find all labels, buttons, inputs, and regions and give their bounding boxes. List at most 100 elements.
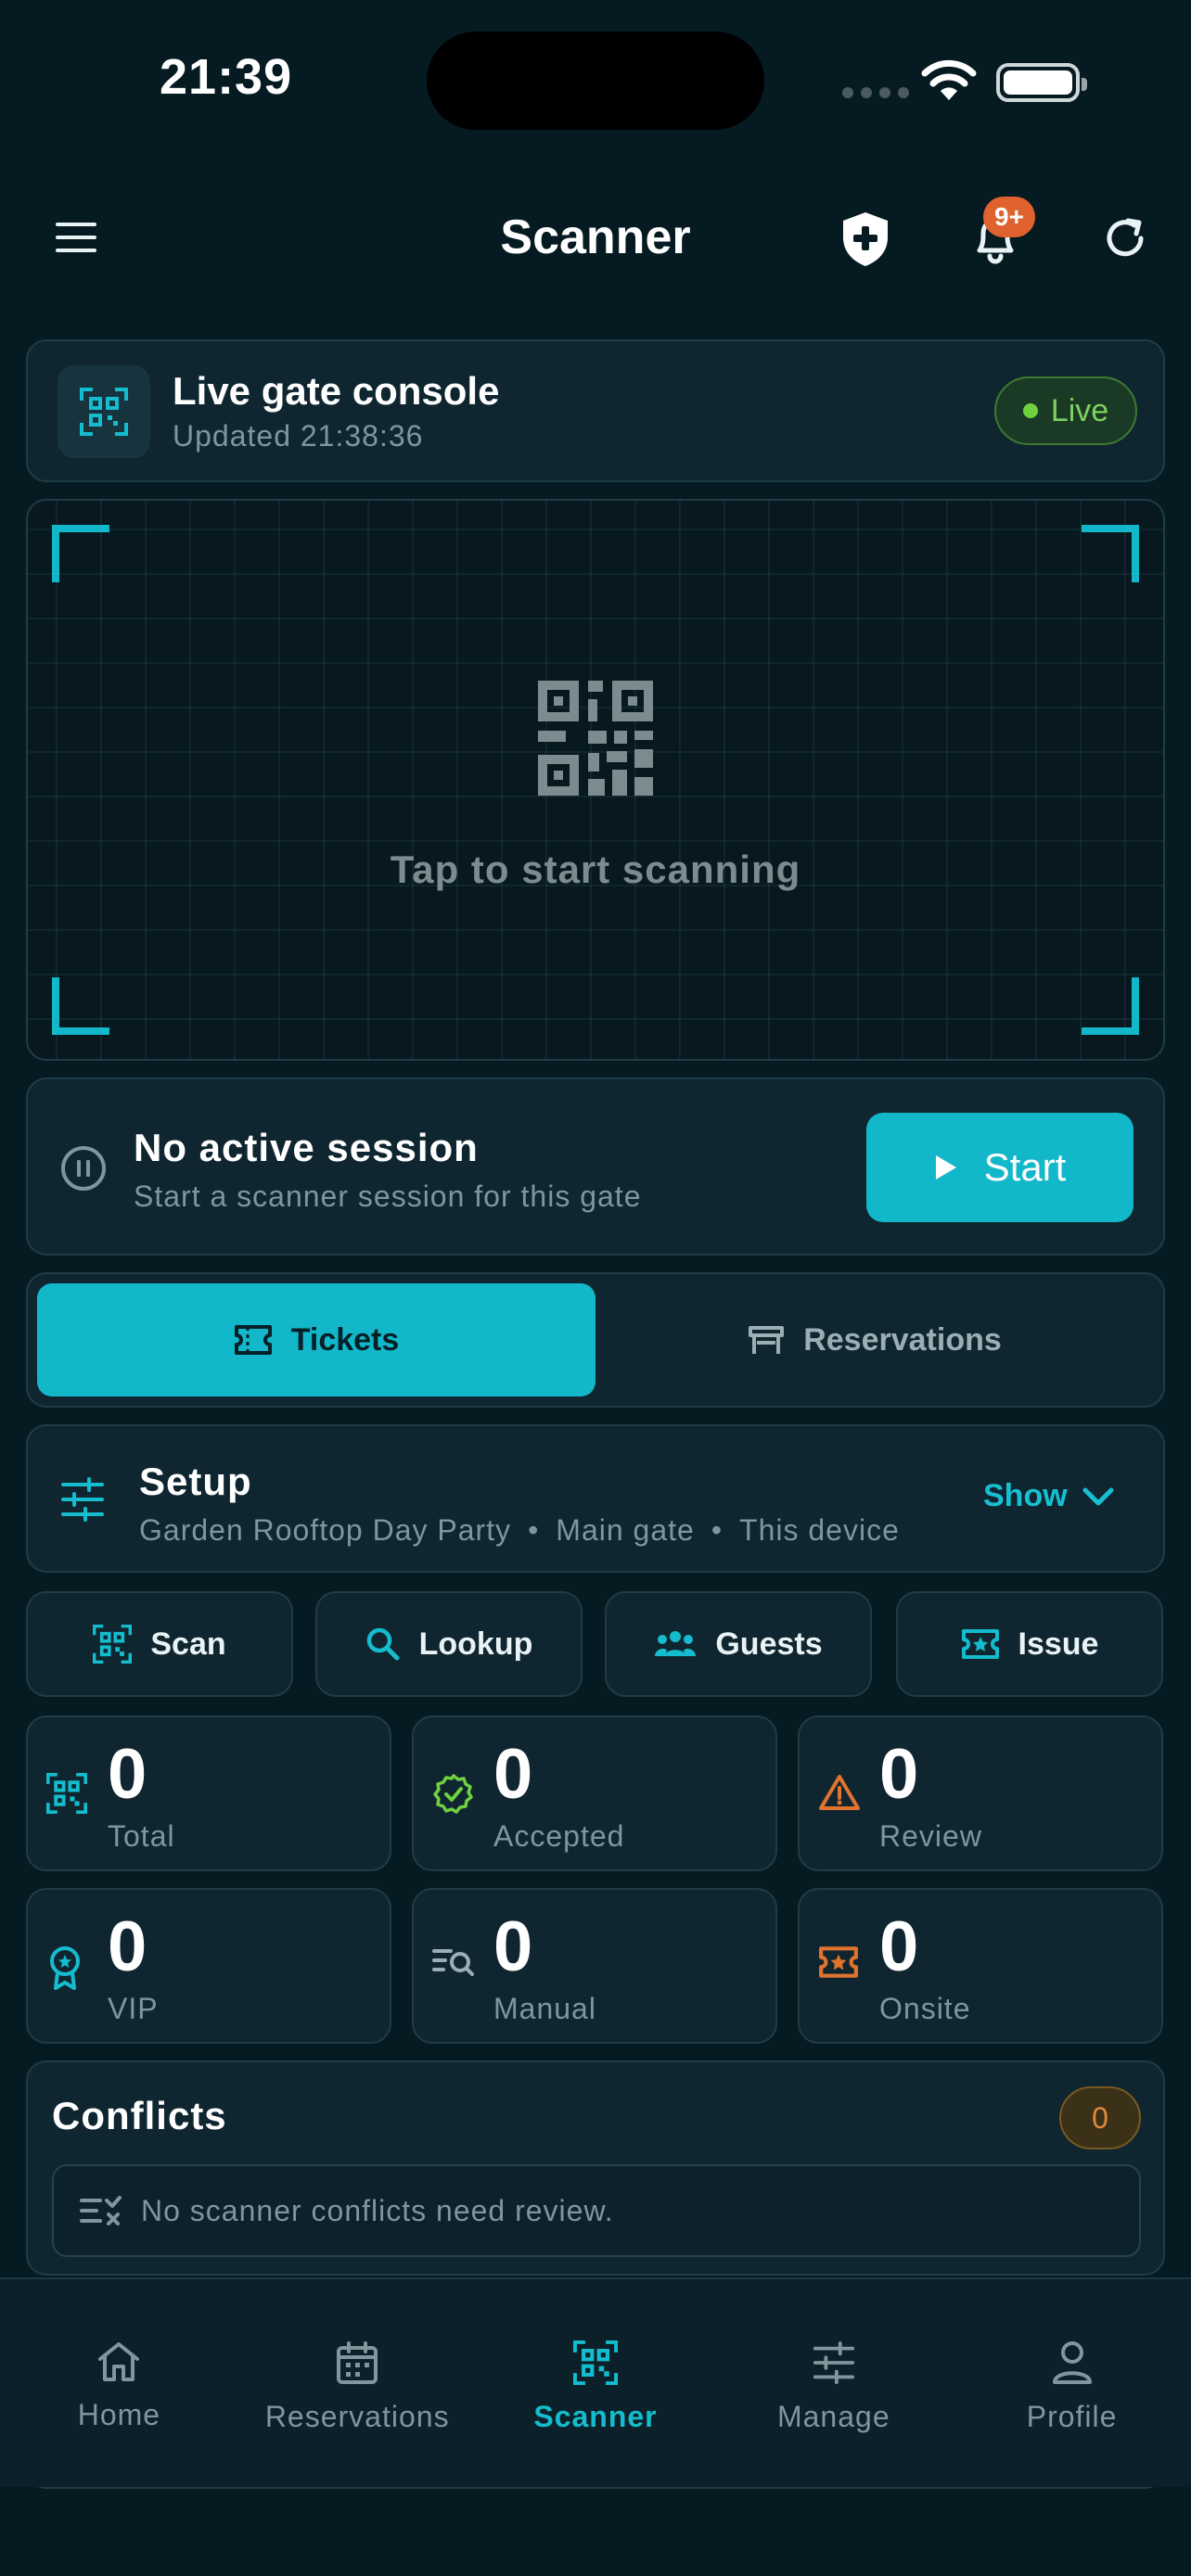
tab-label: Reservations <box>803 1321 1002 1358</box>
nav-scanner[interactable]: Scanner <box>477 2279 715 2487</box>
qr-scan-icon <box>572 2340 618 2385</box>
setup-summary: Garden Rooftop Day Party • Main gate • This … <box>139 1513 900 1548</box>
notification-badge: 9+ <box>983 197 1035 237</box>
nav-label: Home <box>77 2398 161 2431</box>
separator-dot: • <box>711 1513 724 1547</box>
stat-value: 0 <box>493 1907 533 1986</box>
session-card: No active session Start a scanner sessio… <box>26 1078 1165 1256</box>
nav-label: Manage <box>776 2400 890 2433</box>
security-button[interactable] <box>839 210 892 269</box>
stat-label: Accepted <box>493 1819 625 1853</box>
list-search-icon <box>432 1945 475 1979</box>
sliders-icon <box>813 2340 854 2385</box>
issue-action-button[interactable]: Issue <box>896 1591 1163 1697</box>
mode-segmented-control: Tickets Reservations <box>26 1272 1165 1408</box>
user-icon <box>1052 2341 1092 2384</box>
stat-value: 0 <box>493 1735 533 1814</box>
tab-tickets[interactable]: Tickets <box>37 1283 596 1396</box>
scan-hint: Tap to start scanning <box>390 848 801 891</box>
conflicts-title: Conflicts <box>52 2094 227 2137</box>
live-console-card: Live gate console Updated 21:38:36 Live <box>26 339 1165 482</box>
scan-action-button[interactable]: Scan <box>26 1591 293 1697</box>
start-session-button[interactable]: Start <box>866 1113 1133 1222</box>
home-icon <box>98 2342 140 2381</box>
console-title: Live gate console <box>173 369 500 413</box>
conflicts-empty-message: No scanner conflicts need review. <box>141 2193 614 2227</box>
cellular-signal-icon <box>842 87 909 98</box>
stat-manual: 0 Manual <box>412 1888 777 2044</box>
setup-event: Garden Rooftop Day Party <box>139 1513 512 1547</box>
shield-plus-icon <box>843 212 888 266</box>
stat-value: 0 <box>879 1907 919 1986</box>
setup-gate: Main gate <box>556 1513 695 1547</box>
ticket-star-icon <box>818 1945 859 1979</box>
action-label: Guests <box>715 1626 823 1662</box>
setup-device: This device <box>739 1513 900 1547</box>
nav-label: Reservations <box>264 2400 450 2433</box>
stat-value: 0 <box>879 1735 919 1814</box>
show-setup-button[interactable]: Show <box>983 1478 1114 1514</box>
chevron-down-icon <box>1082 1487 1114 1505</box>
users-icon <box>655 1631 697 1656</box>
show-label: Show <box>983 1478 1068 1513</box>
stat-value: 0 <box>108 1735 147 1814</box>
nav-label: Scanner <box>533 2400 658 2433</box>
start-label: Start <box>983 1145 1067 1189</box>
award-icon <box>46 1945 83 1990</box>
stat-accepted: 0 Accepted <box>412 1715 777 1871</box>
session-subtitle: Start a scanner session for this gate <box>134 1180 642 1213</box>
qr-scan-icon <box>46 1773 87 1814</box>
separator-dot: • <box>528 1513 540 1547</box>
stat-label: Review <box>879 1819 982 1853</box>
lookup-action-button[interactable]: Lookup <box>315 1591 583 1697</box>
live-dot <box>1022 403 1038 418</box>
bottom-navigation: Home Reservations Scanner Manage Profile <box>0 2277 1191 2487</box>
refresh-button[interactable] <box>1102 215 1148 261</box>
calendar-icon <box>337 2341 378 2384</box>
console-updated-time: Updated 21:38:36 <box>173 419 424 453</box>
search-icon <box>366 1627 400 1661</box>
list-check-icon <box>80 2196 122 2225</box>
stat-label: Manual <box>493 1992 596 2025</box>
action-label: Lookup <box>418 1626 533 1662</box>
ticket-icon <box>234 1325 272 1355</box>
viewfinder-corner <box>1082 525 1139 582</box>
nav-home[interactable]: Home <box>0 2279 238 2487</box>
nav-reservations[interactable]: Reservations <box>238 2279 477 2487</box>
stat-label: Total <box>108 1819 175 1853</box>
pause-circle-icon <box>59 1144 108 1192</box>
viewfinder-corner <box>52 977 109 1035</box>
table-icon <box>749 1326 785 1354</box>
play-icon <box>935 1155 956 1180</box>
setup-card[interactable]: Setup Garden Rooftop Day Party • Main gate… <box>26 1424 1165 1573</box>
qr-code-icon <box>538 681 653 796</box>
viewfinder-corner <box>52 525 109 582</box>
stat-vip: 0 VIP <box>26 1888 391 2044</box>
setup-title: Setup <box>139 1460 252 1503</box>
qr-scan-icon <box>58 365 150 458</box>
stat-review: 0 Review <box>798 1715 1163 1871</box>
status-time: 21:39 <box>160 49 293 105</box>
scanner-viewfinder[interactable]: Tap to start scanning <box>26 499 1165 1061</box>
warning-icon <box>818 1773 861 1812</box>
conflicts-card: Conflicts 0 No scanner conflicts need re… <box>26 2060 1165 2276</box>
conflicts-empty-state: No scanner conflicts need review. <box>52 2164 1141 2257</box>
stat-label: Onsite <box>879 1992 971 2025</box>
nav-manage[interactable]: Manage <box>714 2279 953 2487</box>
ticket-star-icon <box>961 1629 999 1659</box>
conflicts-count-badge: 0 <box>1059 2086 1141 2149</box>
refresh-icon <box>1107 218 1144 257</box>
action-label: Scan <box>150 1626 226 1662</box>
session-title: No active session <box>134 1126 479 1169</box>
nav-profile[interactable]: Profile <box>953 2279 1191 2487</box>
guests-action-button[interactable]: Guests <box>605 1591 872 1697</box>
stat-onsite: 0 Onsite <box>798 1888 1163 2044</box>
live-label: Live <box>1050 392 1109 428</box>
qr-scan-icon <box>93 1625 133 1664</box>
tab-reservations[interactable]: Reservations <box>596 1283 1154 1396</box>
stat-total: 0 Total <box>26 1715 391 1871</box>
wifi-icon <box>920 59 978 104</box>
nav-label: Profile <box>1026 2400 1118 2433</box>
action-label: Issue <box>1018 1626 1099 1662</box>
stat-value: 0 <box>108 1907 147 1986</box>
